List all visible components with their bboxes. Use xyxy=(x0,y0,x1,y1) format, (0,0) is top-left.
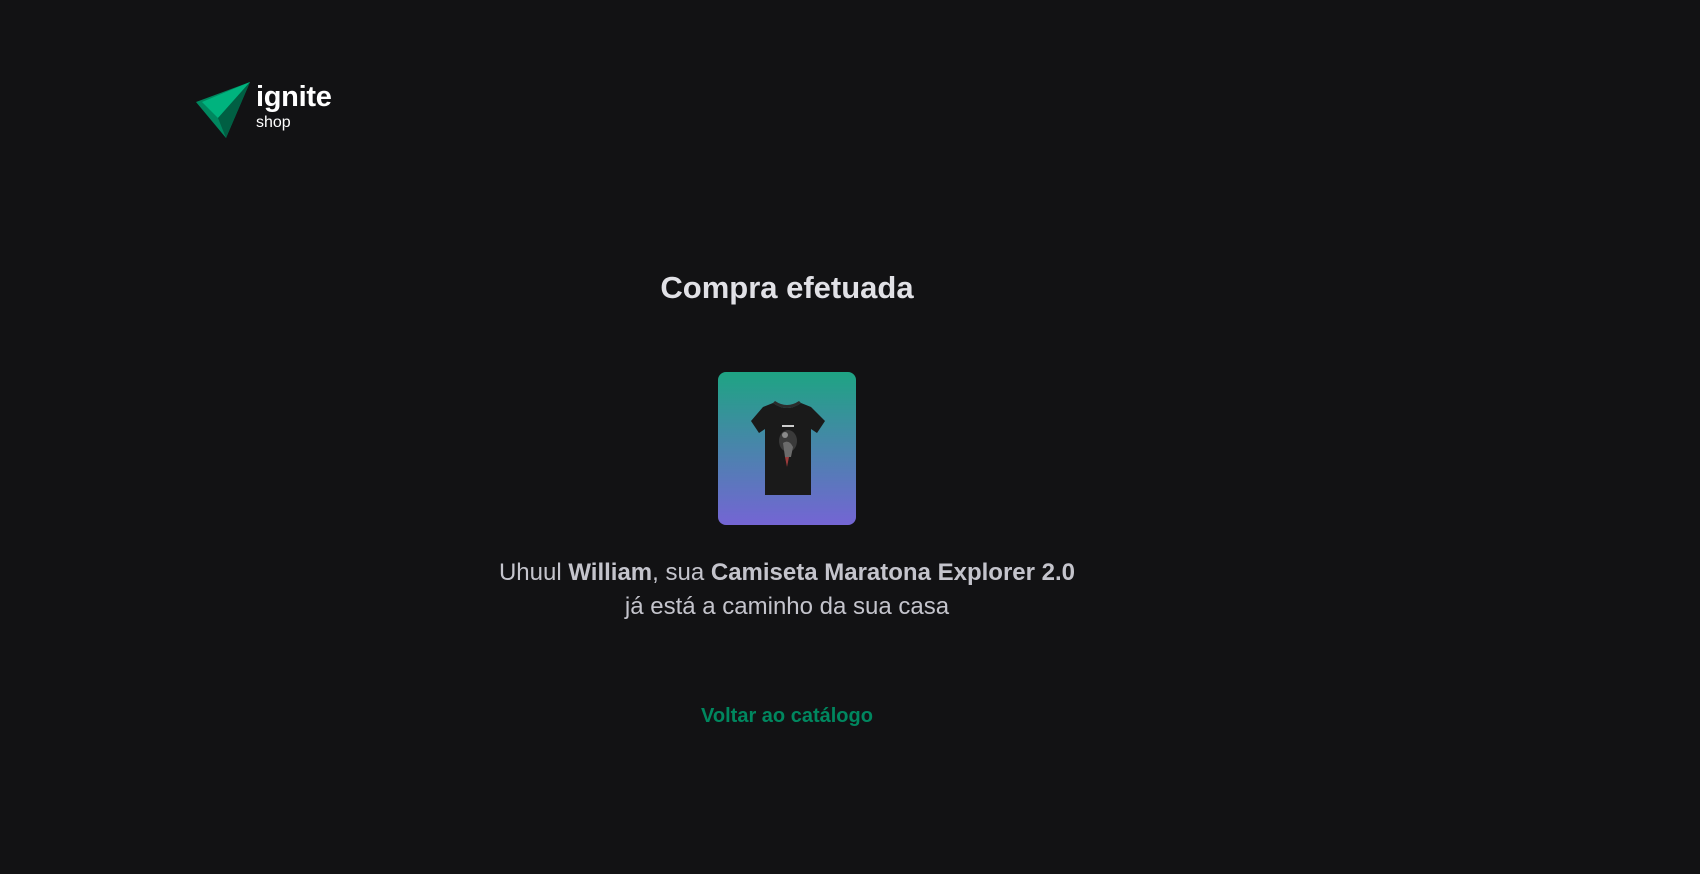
product-image xyxy=(718,372,856,525)
customer-name: William xyxy=(568,559,653,586)
tshirt-icon xyxy=(751,400,825,495)
success-message: Uhuul William, sua Camiseta Maratona Exp… xyxy=(0,556,1574,624)
back-link-container: Voltar ao catálogo xyxy=(0,705,1574,728)
success-page: ignite shop Compra efetuada Uhuul Willia… xyxy=(0,0,1700,874)
success-container: Compra efetuada Uhuul William, sua Camis… xyxy=(0,0,1574,874)
message-prefix: Uhuul xyxy=(498,559,569,586)
back-to-catalog-link[interactable]: Voltar ao catálogo xyxy=(701,705,873,727)
product-name: Camiseta Maratona Explorer 2.0 xyxy=(710,559,1076,586)
message-suffix: já está a caminho da sua casa xyxy=(624,593,950,620)
message-mid: , sua xyxy=(652,559,711,586)
page-title: Compra efetuada xyxy=(660,270,914,305)
